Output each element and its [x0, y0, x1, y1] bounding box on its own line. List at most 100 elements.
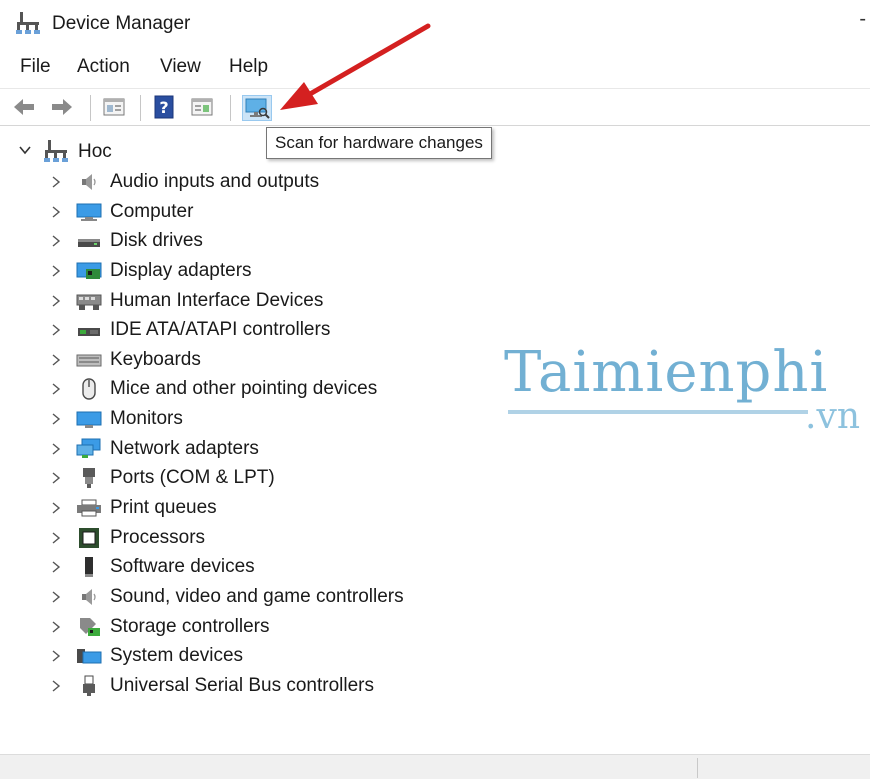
- tree-item-display-adapters[interactable]: Display adapters: [0, 257, 500, 287]
- storage-controller-icon: [76, 616, 102, 638]
- chevron-right-icon[interactable]: [51, 412, 61, 426]
- chevron-right-icon[interactable]: [51, 590, 61, 604]
- forward-icon[interactable]: [50, 95, 74, 119]
- sound-icon: [76, 586, 102, 608]
- tree-item-label: Monitors: [110, 408, 183, 430]
- chevron-right-icon[interactable]: [51, 531, 61, 545]
- tree-root-node[interactable]: Hoc: [0, 138, 300, 166]
- tree-item-label: Mice and other pointing devices: [110, 378, 378, 400]
- watermark-underline: [508, 410, 808, 414]
- hid-icon: [76, 290, 102, 312]
- toolbar-separator: [230, 95, 231, 121]
- tree-root-label: Hoc: [78, 141, 112, 162]
- chevron-right-icon[interactable]: [51, 501, 61, 515]
- minimize-button[interactable]: -: [859, 8, 866, 31]
- annotation-arrow-icon: [280, 23, 431, 110]
- monitor-icon: [76, 408, 102, 430]
- chevron-right-icon[interactable]: [51, 264, 61, 278]
- tree-item-processors[interactable]: Processors: [0, 524, 500, 554]
- tree-item-label: Network adapters: [110, 437, 259, 459]
- properties-icon[interactable]: [102, 95, 126, 119]
- tree-item-hid[interactable]: Human Interface Devices: [0, 287, 500, 317]
- ide-controller-icon: [76, 319, 102, 341]
- tree-item-label: IDE ATA/ATAPI controllers: [110, 319, 331, 341]
- keyboard-icon: [76, 349, 102, 371]
- computer-icon: [76, 201, 102, 223]
- window-title: Device Manager: [52, 13, 191, 34]
- display-adapter-icon: [76, 260, 102, 282]
- tree-item-ide-controllers[interactable]: IDE ATA/ATAPI controllers: [0, 316, 500, 346]
- tree-item-usb-controllers[interactable]: Universal Serial Bus controllers: [0, 672, 500, 702]
- chevron-right-icon[interactable]: [51, 620, 61, 634]
- tree-item-network-adapters[interactable]: Network adapters: [0, 435, 500, 465]
- processor-icon: [76, 527, 102, 549]
- tree-item-label: Processors: [110, 526, 206, 548]
- watermark-text: Taimienphi: [504, 340, 829, 405]
- disk-drive-icon: [76, 230, 102, 252]
- tree-item-storage-controllers[interactable]: Storage controllers: [0, 613, 500, 643]
- port-icon: [76, 467, 102, 489]
- status-bar: [0, 754, 870, 779]
- toolbar-separator: [140, 95, 141, 121]
- tree-item-ports[interactable]: Ports (COM & LPT): [0, 464, 500, 494]
- chevron-right-icon[interactable]: [51, 353, 61, 367]
- chevron-right-icon[interactable]: [51, 205, 61, 219]
- toolbar-separator: [90, 95, 91, 121]
- tree-item-label: Display adapters: [110, 259, 252, 281]
- watermark-logo: Taimienphi .vn: [504, 340, 864, 440]
- tree-item-label: Ports (COM & LPT): [110, 467, 275, 489]
- tree-item-monitors[interactable]: Monitors: [0, 405, 500, 435]
- tree-item-sound-controllers[interactable]: Sound, video and game controllers: [0, 583, 500, 613]
- chevron-right-icon[interactable]: [51, 234, 61, 248]
- software-device-icon: [76, 556, 102, 578]
- tree-item-label: Human Interface Devices: [110, 289, 324, 311]
- tree-item-label: Keyboards: [110, 348, 201, 370]
- tree-item-label: Print queues: [110, 497, 217, 519]
- tree-item-label: Universal Serial Bus controllers: [110, 674, 374, 696]
- tree-item-label: Computer: [110, 200, 194, 222]
- chevron-right-icon[interactable]: [51, 471, 61, 485]
- tree-item-print-queues[interactable]: Print queues: [0, 494, 500, 524]
- chevron-right-icon[interactable]: [51, 175, 61, 189]
- update-driver-icon[interactable]: [190, 95, 214, 119]
- menu-file[interactable]: File: [20, 56, 51, 78]
- computer-network-icon: [44, 140, 68, 162]
- tree-item-label: Disk drives: [110, 230, 203, 252]
- menu-action[interactable]: Action: [77, 56, 130, 78]
- chevron-right-icon[interactable]: [51, 294, 61, 308]
- back-icon[interactable]: [12, 95, 36, 119]
- chevron-down-icon[interactable]: [18, 143, 32, 157]
- device-manager-icon: [16, 12, 40, 34]
- tree-item-audio[interactable]: Audio inputs and outputs: [0, 168, 500, 198]
- tree-item-keyboards[interactable]: Keyboards: [0, 346, 500, 376]
- chevron-right-icon[interactable]: [51, 323, 61, 337]
- tree-item-label: Storage controllers: [110, 615, 270, 637]
- chevron-right-icon[interactable]: [51, 649, 61, 663]
- network-adapter-icon: [76, 438, 102, 460]
- menu-view[interactable]: View: [160, 56, 201, 78]
- menu-help[interactable]: Help: [229, 56, 268, 78]
- scan-hardware-icon[interactable]: [242, 95, 272, 121]
- tree-item-label: Audio inputs and outputs: [110, 171, 320, 192]
- chevron-right-icon[interactable]: [51, 442, 61, 456]
- tree-item-disk-drives[interactable]: Disk drives: [0, 227, 500, 257]
- tree-item-label: Sound, video and game controllers: [110, 585, 404, 607]
- chevron-right-icon[interactable]: [51, 382, 61, 396]
- svg-text:?: ?: [159, 98, 168, 117]
- printer-icon: [76, 497, 102, 519]
- system-device-icon: [76, 645, 102, 667]
- chevron-right-icon[interactable]: [51, 560, 61, 574]
- speaker-icon: [76, 171, 102, 193]
- tree-item-computer[interactable]: Computer: [0, 198, 500, 228]
- tree-item-software-devices[interactable]: Software devices: [0, 553, 500, 583]
- status-bar-divider: [697, 758, 698, 778]
- watermark-suffix: .vn: [805, 396, 860, 437]
- tree-item-label: Software devices: [110, 556, 255, 578]
- help-icon[interactable]: ?: [152, 95, 176, 119]
- chevron-right-icon[interactable]: [51, 679, 61, 693]
- tree-item-label: System devices: [110, 645, 244, 667]
- mouse-icon: [76, 378, 102, 401]
- usb-icon: [76, 675, 102, 697]
- tree-item-mice[interactable]: Mice and other pointing devices: [0, 375, 500, 405]
- tree-item-system-devices[interactable]: System devices: [0, 642, 500, 672]
